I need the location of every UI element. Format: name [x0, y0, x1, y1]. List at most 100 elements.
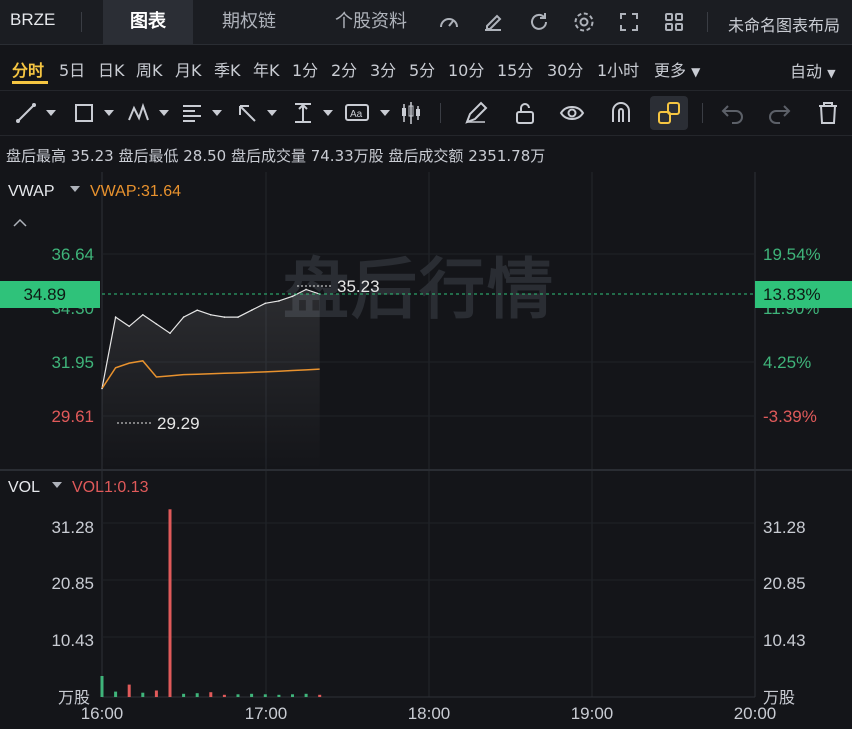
price-point: [305, 288, 307, 291]
period-10min[interactable]: 10分: [448, 57, 484, 81]
volume-bar: [277, 694, 281, 697]
volume-bar: [114, 691, 118, 697]
period-5day[interactable]: 5日: [59, 57, 85, 81]
tab-chart[interactable]: 图表: [103, 0, 193, 44]
magnet-icon[interactable]: [608, 100, 634, 126]
volume-bar: [318, 694, 322, 697]
intraday-chart[interactable]: 盘后行情 VWAP VWAP:31.64 36.64 34.30 31.95 2…: [0, 172, 852, 729]
time-tick: 20:00: [734, 704, 777, 723]
price-point: [142, 313, 144, 316]
volume-bar: [127, 684, 131, 697]
low-marker-label: 29.29: [157, 414, 200, 433]
undo-icon[interactable]: [720, 100, 746, 126]
left-tick: 29.61: [51, 407, 94, 426]
divider: [81, 12, 82, 32]
left-tick: 31.95: [51, 353, 94, 372]
current-pct-value: 13.83%: [763, 285, 821, 304]
divider: [440, 103, 441, 123]
volume-left-tick: 10.43: [51, 631, 94, 650]
period-5min[interactable]: 5分: [409, 57, 435, 81]
fib-tool-icon[interactable]: [180, 100, 226, 126]
period-week[interactable]: 周K: [136, 57, 163, 81]
price-point: [237, 316, 239, 318]
arrow-tool-icon[interactable]: [235, 100, 281, 126]
price-point: [196, 309, 199, 311]
time-tick: 18:00: [408, 704, 451, 723]
period-1min[interactable]: 1分: [292, 57, 318, 81]
volume-bar: [168, 509, 172, 697]
right-tick: -3.39%: [763, 407, 817, 426]
period-year[interactable]: 年K: [253, 57, 280, 81]
pen-icon[interactable]: [463, 100, 489, 126]
link-icon[interactable]: [656, 100, 682, 126]
volume-bar: [209, 692, 213, 697]
divider: [702, 103, 703, 123]
pattern-tool-icon[interactable]: [127, 100, 173, 126]
price-point: [291, 295, 294, 298]
refresh-icon[interactable]: [527, 10, 551, 34]
period-15min[interactable]: 15分: [497, 57, 533, 81]
time-tick: 16:00: [81, 704, 124, 723]
trendline-tool-icon[interactable]: [14, 100, 60, 126]
text-tool-icon[interactable]: Aa: [344, 100, 394, 126]
tab-stock-profile[interactable]: 个股资料: [315, 0, 427, 44]
volume-bar: [304, 693, 308, 697]
edit-icon[interactable]: [481, 10, 505, 34]
volume-bar: [263, 694, 267, 697]
measure-tool-icon[interactable]: [291, 100, 337, 126]
delete-icon[interactable]: [815, 100, 841, 126]
layout-grid-icon[interactable]: [662, 10, 686, 34]
chevron-down-icon: ▼: [691, 65, 701, 79]
period-quarter[interactable]: 季K: [214, 57, 241, 81]
volume-bar: [291, 694, 294, 697]
unlock-icon[interactable]: [512, 100, 538, 126]
period-more-label: 更多: [654, 61, 687, 80]
volume-bar: [182, 693, 186, 697]
period-day[interactable]: 日K: [98, 57, 125, 81]
period-selector: 分时 5日 日K 周K 月K 季K 年K 1分 2分 3分 5分 10分 15分…: [0, 45, 852, 89]
rectangle-tool-icon[interactable]: [72, 100, 118, 126]
volume-right-tick: 31.28: [763, 518, 806, 537]
right-tick: 4.25%: [763, 353, 811, 372]
eye-icon[interactable]: [559, 100, 585, 126]
price-point: [278, 300, 280, 302]
period-intraday[interactable]: 分时: [12, 57, 44, 81]
period-3min[interactable]: 3分: [370, 57, 396, 81]
settings-icon[interactable]: [572, 10, 596, 34]
svg-text:Aa: Aa: [350, 109, 363, 120]
price-point: [155, 323, 158, 325]
chevron-down-icon: ▼: [827, 67, 836, 80]
volume-bar: [154, 690, 158, 697]
price-point: [250, 309, 253, 311]
scale-mode-select[interactable]: 自动 ▼: [790, 58, 836, 82]
price-point: [210, 313, 212, 316]
redo-icon[interactable]: [766, 100, 792, 126]
period-month[interactable]: 月K: [175, 57, 202, 81]
after-hours-summary: 盘后最高 35.23 盘后最低 28.50 盘后成交量 74.33万股 盘后成交…: [6, 147, 546, 165]
ticker-symbol[interactable]: BRZE: [10, 10, 55, 30]
volume-left-tick: 20.85: [51, 574, 94, 593]
right-tick: 19.54%: [763, 245, 821, 264]
price-indicator-name[interactable]: VWAP: [8, 183, 55, 200]
candle-tool-icon[interactable]: [398, 100, 424, 126]
period-30min[interactable]: 30分: [547, 57, 583, 81]
price-point: [223, 316, 226, 318]
price-point: [264, 302, 267, 305]
current-price-value: 34.89: [23, 285, 66, 304]
volume-bar: [222, 694, 226, 697]
volume-indicator-name[interactable]: VOL: [8, 479, 40, 496]
vwap-value: VWAP:31.64: [90, 183, 181, 200]
layout-name[interactable]: 未命名图表布局: [728, 12, 840, 36]
drawing-toolbar: Aa: [0, 90, 852, 136]
tab-option-chain[interactable]: 期权链: [203, 0, 295, 44]
period-1hour[interactable]: 1小时: [597, 57, 639, 81]
period-2min[interactable]: 2分: [331, 57, 357, 81]
gauge-icon[interactable]: [437, 10, 461, 34]
left-tick: 36.64: [51, 245, 94, 264]
high-marker-label: 35.23: [337, 277, 380, 296]
price-point: [182, 316, 185, 318]
fullscreen-icon[interactable]: [617, 10, 641, 34]
period-more[interactable]: 更多 ▼: [654, 57, 700, 81]
price-point: [114, 316, 117, 318]
watermark: 盘后行情: [283, 251, 555, 328]
